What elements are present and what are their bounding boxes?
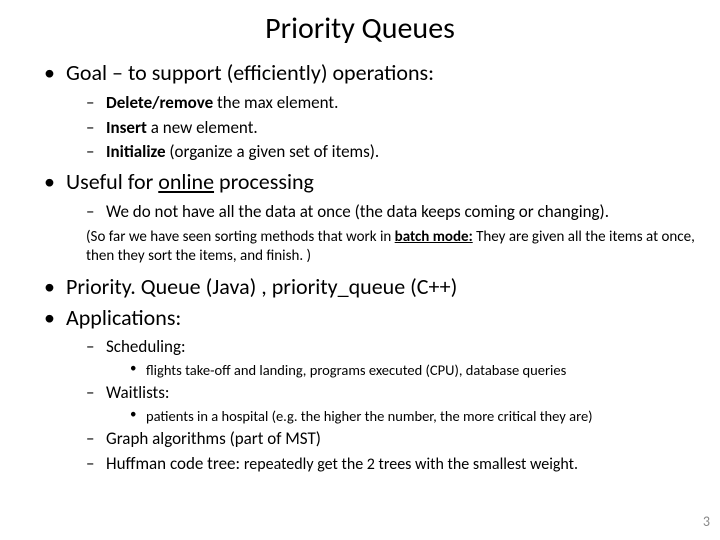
op-delete-bold: Delete/remove [106,92,213,113]
op-init-rest: (organize a given set of items). [166,141,380,162]
op-delete-rest: the max element. [213,92,338,113]
huff-b: repeatedly get the 2 trees with the smal… [244,455,578,474]
op-insert: Insert a new element. [66,117,700,140]
huff-a: Huffman code tree: [106,453,244,474]
bullet-online: Useful for online processing We do not h… [28,168,700,267]
op-init: Initialize (organize a given set of item… [66,141,700,164]
app-graph: Graph algorithms (part of MST) [66,428,700,451]
bullet-apps: Applications: Scheduling: flights take-o… [28,304,700,476]
page-number: 3 [703,513,710,530]
app-sched: Scheduling: flights take-off and landing… [66,336,700,380]
paren-u: batch mode: [395,228,473,246]
op-insert-rest: a new element. [147,117,258,138]
online-u: online [158,168,214,195]
online-sub: We do not have all the data at once (the… [66,201,700,224]
online-a: Useful for [66,168,158,195]
app-wait: Waitlists: patients in a hospital (e.g. … [66,382,700,426]
bullet-goal: Goal – to support (efficiently) operatio… [28,59,700,164]
op-init-bold: Initialize [106,141,166,162]
bullet-lang: Priority. Queue (Java) , priority_queue … [28,273,700,302]
slide-title: Priority Queues [0,10,720,47]
op-delete: Delete/remove the max element. [66,92,700,115]
online-b: processing [214,168,314,195]
bullet-goal-text: Goal – to support (efficiently) operatio… [66,59,434,86]
app-sched-text: Scheduling: [106,336,186,357]
app-wait-sub: patients in a hospital (e.g. the higher … [106,407,700,426]
app-wait-text: Waitlists: [106,382,169,403]
batch-paren: (So far we have seen sorting methods tha… [66,228,700,267]
paren-a: (So far we have seen sorting methods tha… [86,228,395,246]
slide-body: Goal – to support (efficiently) operatio… [0,59,720,476]
app-sched-sub: flights take-off and landing, programs e… [106,361,700,380]
apps-lead: Applications: [66,304,181,331]
app-huffman: Huffman code tree: repeatedly get the 2 … [66,453,700,476]
op-insert-bold: Insert [106,117,147,138]
